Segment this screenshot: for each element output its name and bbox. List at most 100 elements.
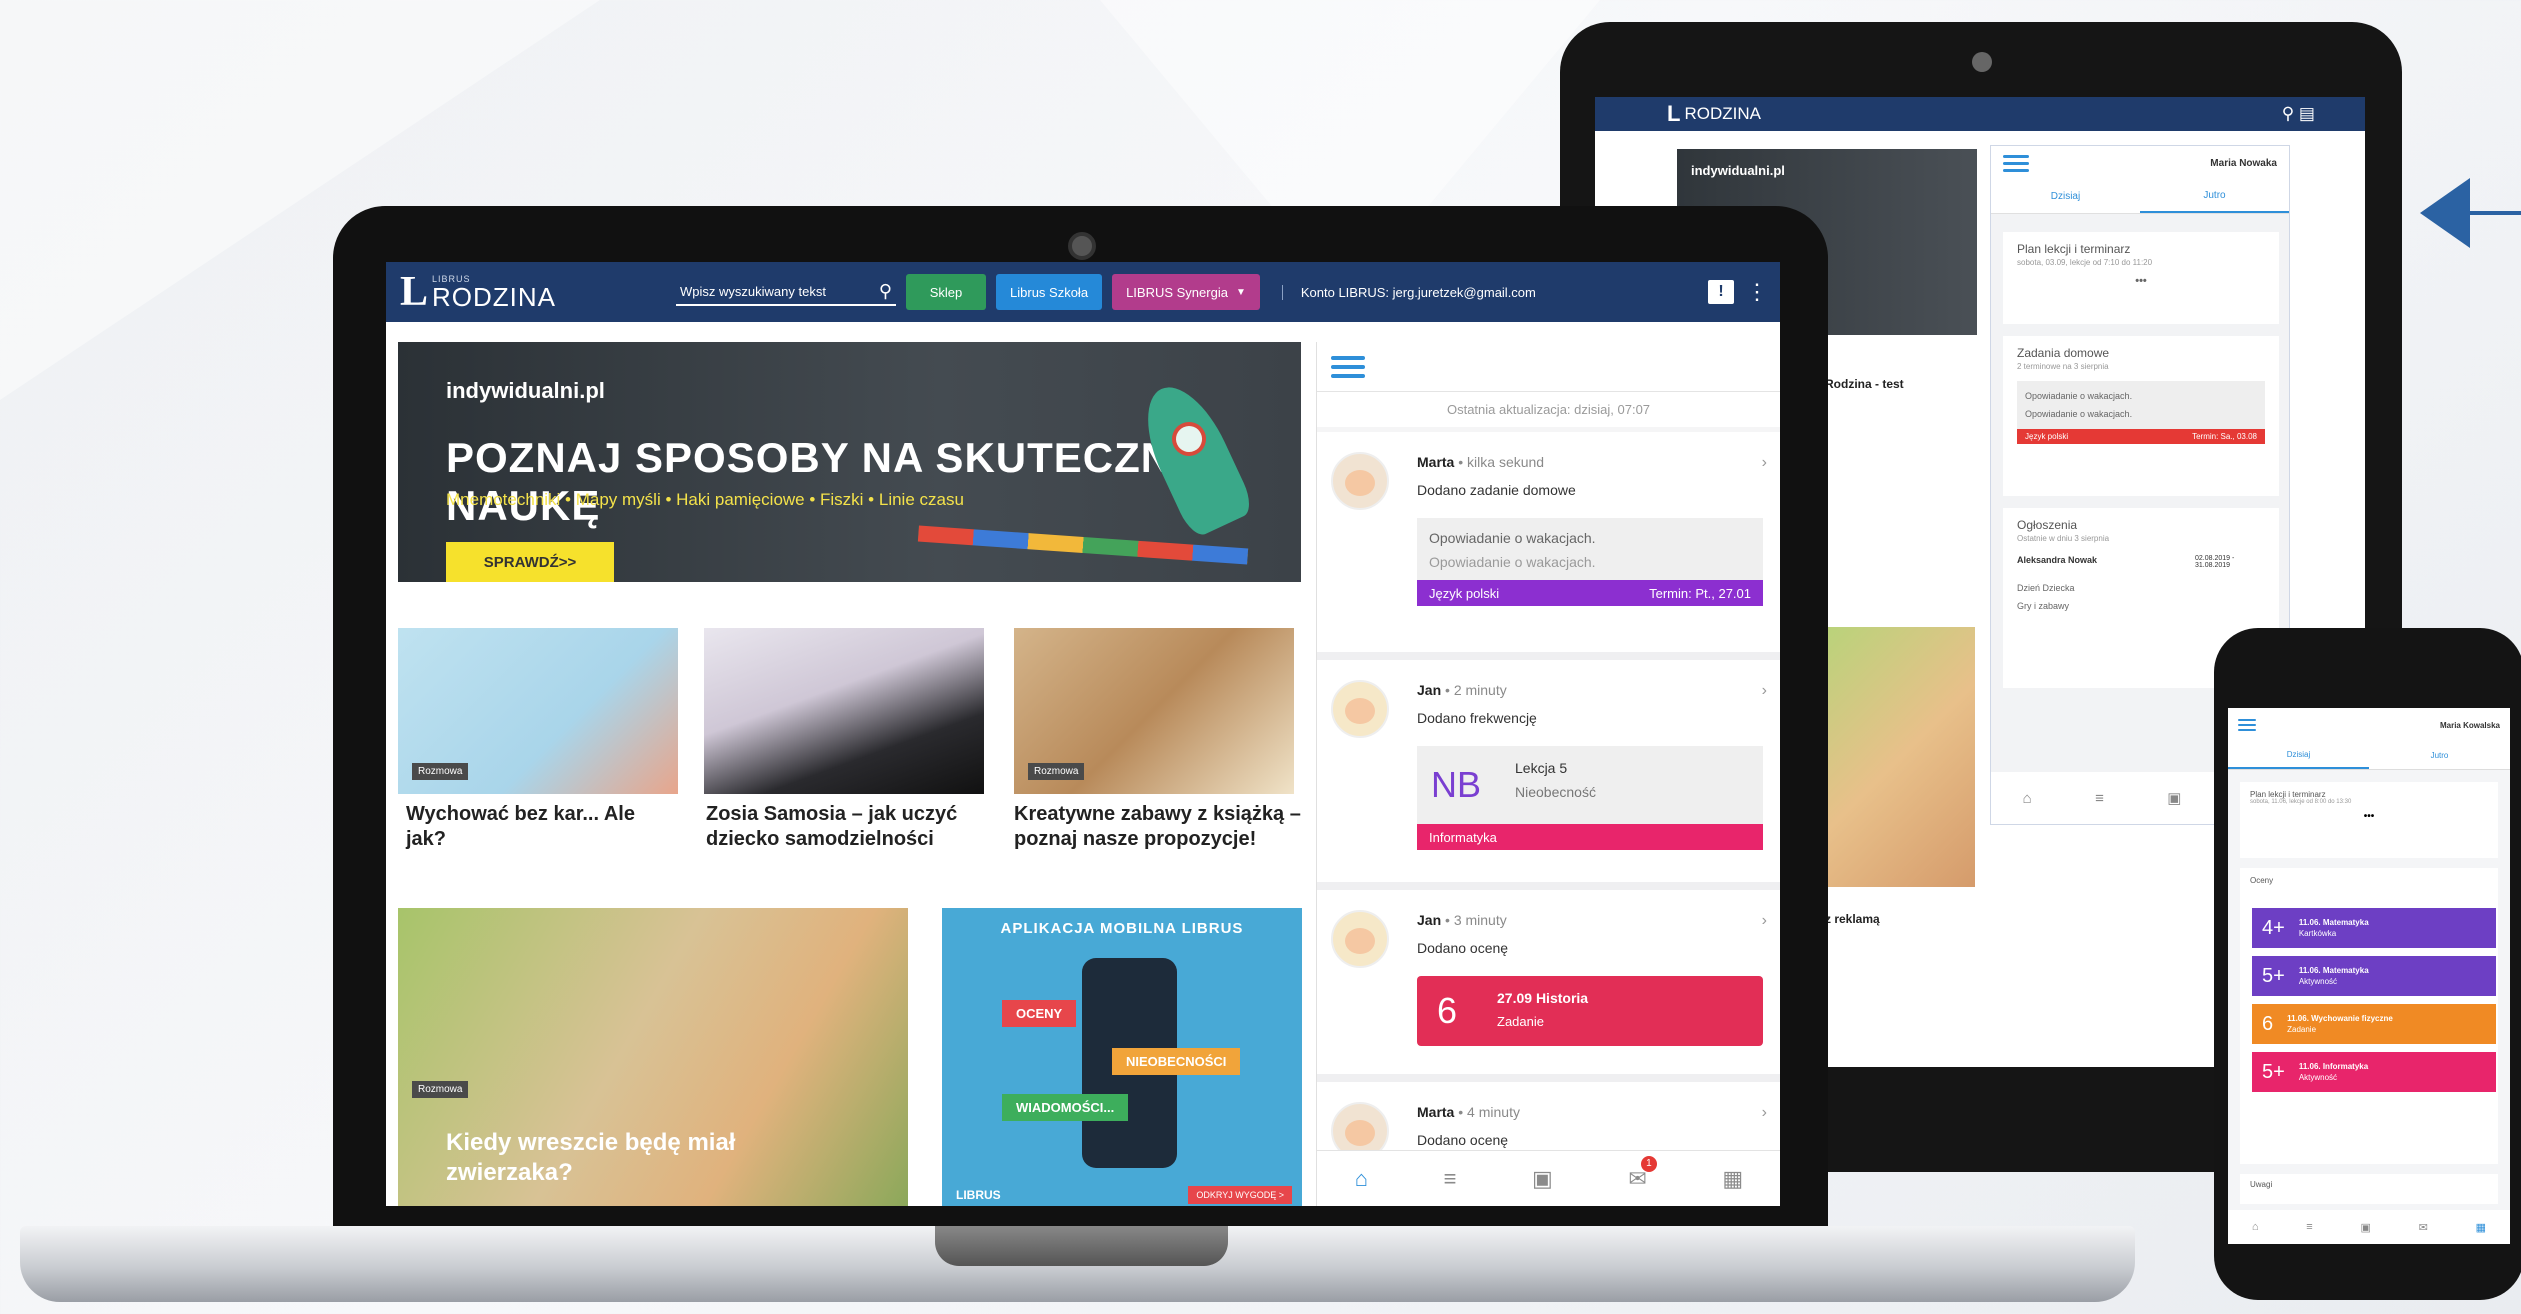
more-icon[interactable]: ••• (2017, 275, 2265, 287)
phone-card-notes[interactable]: Uwagi (2240, 1174, 2498, 1204)
home-icon[interactable]: ⌂ (2252, 1221, 2259, 1233)
grade-item[interactable]: 5+ 11.06. Informatyka Aktywność (2252, 1052, 2496, 1092)
grade-item[interactable]: 6 11.06. Wychowanie fizyczne Zadanie (2252, 1004, 2496, 1044)
feed-toolbar (1317, 342, 1780, 392)
promo-button[interactable]: ODKRYJ WYGODĘ > (1188, 1186, 1292, 1204)
phone-user-name[interactable]: Maria Kowalska (2440, 721, 2500, 730)
notifications-icon[interactable]: ! (1708, 280, 1734, 304)
avatar (1331, 452, 1389, 510)
announcement-item: Dzień Dziecka (2017, 583, 2075, 593)
article-title[interactable]: Wychować bez kar... Ale jak? (406, 802, 676, 852)
article-title[interactable]: Kreatywne zabawy z książką – poznaj nasz… (1014, 802, 1314, 852)
grade-kind: Zadanie (1497, 1014, 1544, 1029)
promo-banner[interactable]: indywidualni.pl POZNAJ SPOSOBY NA SKUTEC… (398, 342, 1301, 582)
article-card[interactable]: Rozmowa (398, 628, 678, 794)
chevron-right-icon[interactable]: › (1762, 682, 1767, 700)
subject-label: Informatyka (1429, 829, 1497, 845)
tablet-user-name[interactable]: Maria Nowaka (2210, 158, 2277, 169)
school-button[interactable]: Librus Szkoła (996, 274, 1103, 310)
tablet-search-icon[interactable]: ⚲ ▤ (2282, 104, 2315, 124)
search-input[interactable]: Wpisz wyszukiwany tekst ⚲ (676, 279, 897, 306)
search-icon[interactable]: ⚲ (879, 281, 892, 302)
notification-badge: 1 (1640, 1155, 1657, 1172)
list-icon[interactable]: ≡ (2095, 790, 2104, 807)
list-icon[interactable]: ≡ (2306, 1221, 2312, 1233)
home-icon[interactable]: ⌂ (2023, 790, 2032, 807)
messages-icon[interactable]: ✉ 1 (1628, 1155, 1657, 1192)
due-label: Termin: Pt., 27.01 (1649, 585, 1751, 601)
attendance-code: NB (1431, 764, 1482, 805)
article-image (704, 628, 984, 794)
tablet-article-image[interactable] (1825, 627, 1975, 887)
chevron-right-icon[interactable]: › (1762, 912, 1767, 930)
home-icon[interactable]: ⌂ (1355, 1166, 1368, 1192)
calendar-icon[interactable]: ▣ (2167, 789, 2181, 807)
banner-brand: indywidualni.pl (446, 378, 605, 403)
list-icon[interactable]: ≡ (1444, 1166, 1457, 1192)
grade-item[interactable]: 4+ 11.06. Matematyka Kartkówka (2252, 908, 2496, 948)
tablet-card-plan[interactable]: Plan lekcji i terminarz sobota, 03.09, l… (2003, 232, 2279, 324)
article-title[interactable]: Zosia Samosia – jak uczyć dziecko samodz… (706, 802, 996, 852)
tab-today[interactable]: Dzisiaj (2228, 742, 2369, 769)
article-card[interactable]: Rozmowa (1014, 628, 1294, 794)
calendar-icon[interactable]: ▣ (1532, 1166, 1553, 1192)
tablet-article-title[interactable]: Rodzina - test (1825, 377, 1904, 391)
promo-logo: LIBRUS (956, 1188, 1001, 1202)
menu-icon[interactable] (2003, 151, 2029, 176)
tablet-card-homework[interactable]: Zadania domowe 2 terminowe na 3 sierpnia… (2003, 336, 2279, 496)
card-title: Plan lekcji i terminarz (2017, 242, 2131, 256)
laptop-notch (935, 1226, 1228, 1266)
feed-action: Dodano zadanie domowe (1417, 482, 1576, 498)
feed-card[interactable]: Jan • 3 minuty › Dodano ocenę 6 27.09 Hi… (1317, 890, 1780, 1082)
article-tag: Rozmowa (412, 1081, 469, 1098)
due-label: Termin: Sa., 03.08 (2192, 432, 2257, 441)
chevron-right-icon[interactable]: › (1762, 1104, 1767, 1122)
article-title: Kiedy wreszcie będę miał zwierzaka? (446, 1129, 736, 1186)
synergia-button[interactable]: LIBRUS Synergia ▼ (1112, 274, 1260, 310)
feed-bottom-nav: ⌂ ≡ ▣ ✉ 1 ▦ (1317, 1150, 1780, 1206)
more-icon[interactable]: ••• (2250, 811, 2488, 822)
laptop-camera (1068, 232, 1096, 260)
homework-line: Opowiadanie o wakacjach. (2025, 391, 2133, 401)
homework-box: Opowiadanie o wakacjach. Opowiadanie o w… (2017, 381, 2265, 429)
card-subtitle: Ostatnie w dniu 3 sierpnia (2017, 534, 2110, 543)
article-tag: Rozmowa (412, 763, 469, 780)
calendar-icon[interactable]: ▣ (2360, 1221, 2370, 1234)
shop-button[interactable]: Sklep (906, 274, 987, 310)
grade-value: 6 (1437, 990, 1458, 1031)
grid-icon[interactable]: ▦ (2476, 1221, 2486, 1234)
article-tag: Rozmowa (1028, 763, 1085, 780)
tablet-tabs: Dzisiaj Jutro (1991, 180, 2289, 214)
chevron-right-icon[interactable]: › (1762, 454, 1767, 472)
feed-author: Marta • 4 minuty (1417, 1104, 1520, 1120)
tab-tomorrow[interactable]: Jutro (2369, 742, 2510, 769)
feed-card[interactable]: Marta • kilka sekund › Dodano zadanie do… (1317, 432, 1780, 660)
banner-cta-button[interactable]: SPRAWDŹ>> (446, 542, 614, 582)
card-title: Ogłoszenia (2017, 518, 2078, 532)
phone-header: Maria Kowalska (2228, 708, 2510, 742)
article-card[interactable]: Rozmowa Kiedy wreszcie będę miał zwierza… (398, 908, 908, 1206)
feed-action: Dodano ocenę (1417, 940, 1509, 956)
homework-subject-bar: Język polski Termin: Sa., 03.08 (2017, 429, 2265, 444)
tablet-camera (1972, 52, 1992, 72)
grid-icon[interactable]: ▦ (1722, 1166, 1743, 1192)
more-vertical-icon[interactable]: ⋮ (1746, 279, 1768, 305)
tablet-article-title[interactable]: z reklamą (1825, 912, 1880, 926)
phone-card-plan[interactable]: Plan lekcji i terminarz sobota, 11.06, l… (2240, 782, 2498, 858)
tab-today[interactable]: Dzisiaj (1991, 180, 2140, 213)
feed-card[interactable]: Jan • 2 minuty › Dodano frekwencję NB Le… (1317, 660, 1780, 890)
menu-icon[interactable] (1331, 351, 1365, 383)
app-promo-title: APLIKACJA MOBILNA LIBRUS (1000, 920, 1244, 937)
app-promo-card[interactable]: APLIKACJA MOBILNA LIBRUS OCENY NIEOBECNO… (942, 908, 1302, 1206)
tab-tomorrow[interactable]: Jutro (2140, 180, 2289, 213)
last-update: Ostatnia aktualizacja: dzisiaj, 07:07 (1317, 392, 1780, 427)
grade-item[interactable]: 5+ 11.06. Matematyka Aktywność (2252, 956, 2496, 996)
account-link[interactable]: Konto LIBRUS: jerg.juretzek@gmail.com (1281, 284, 1536, 300)
subject-bar: Język polski Termin: Pt., 27.01 (1417, 580, 1763, 606)
logo-mark-icon: L (400, 269, 429, 315)
app-logo[interactable]: L LIBRUS RODZINA (400, 271, 556, 313)
messages-icon[interactable]: ✉ (2419, 1221, 2428, 1234)
article-card[interactable] (704, 628, 984, 794)
menu-icon[interactable] (2238, 716, 2256, 734)
feed-action: Dodano frekwencję (1417, 710, 1537, 726)
